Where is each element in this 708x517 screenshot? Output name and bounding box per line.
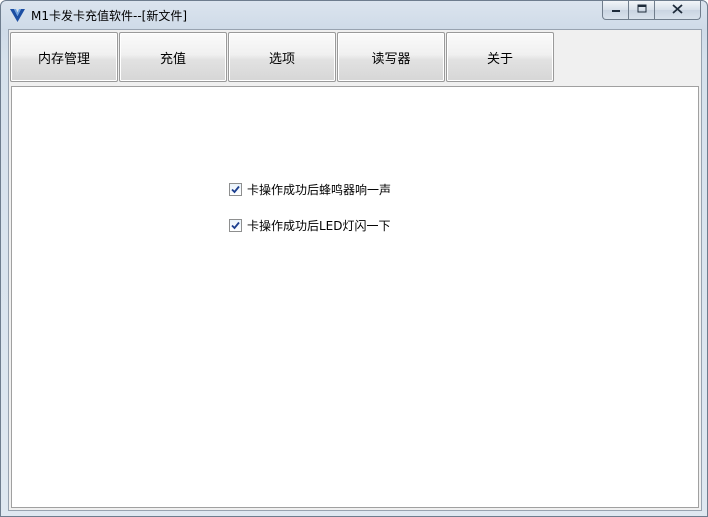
recharge-button[interactable]: 充值	[119, 32, 227, 82]
led-option-label: 卡操作成功后LED灯闪一下	[247, 219, 391, 233]
app-logo-icon[interactable]	[9, 7, 26, 24]
led-checkbox[interactable]	[229, 219, 242, 232]
buzzer-option-label: 卡操作成功后蜂鸣器响一声	[247, 183, 392, 197]
buzzer-option[interactable]: 卡操作成功后蜂鸣器响一声	[229, 181, 391, 198]
toolbar: 内存管理 充值 选项 读写器 关于	[9, 30, 701, 84]
minimize-button[interactable]	[602, 1, 629, 20]
maximize-button[interactable]	[629, 1, 655, 20]
window-title: M1卡发卡充值软件--[新文件]	[31, 9, 188, 23]
close-icon	[672, 3, 683, 17]
maximize-icon	[637, 3, 647, 17]
reader-writer-button[interactable]: 读写器	[337, 32, 445, 82]
app-window: M1卡发卡充值软件--[新文件] 内存管理 充值 选项 读写器 关于 卡操作成功…	[0, 0, 708, 517]
title-bar[interactable]: M1卡发卡充值软件--[新文件]	[1, 1, 707, 29]
minimize-icon	[611, 3, 621, 17]
buzzer-checkbox[interactable]	[229, 183, 242, 196]
options-panel: 卡操作成功后蜂鸣器响一声 卡操作成功后LED灯闪一下	[11, 86, 699, 508]
window-controls	[602, 1, 701, 21]
about-button[interactable]: 关于	[446, 32, 554, 82]
options-button[interactable]: 选项	[228, 32, 336, 82]
checkmark-icon	[231, 221, 240, 230]
memory-management-button[interactable]: 内存管理	[10, 32, 118, 82]
client-area: 内存管理 充值 选项 读写器 关于 卡操作成功后蜂鸣器响一声 卡操作成功后LED…	[8, 29, 702, 511]
checkmark-icon	[231, 185, 240, 194]
close-button[interactable]	[655, 1, 701, 20]
led-option[interactable]: 卡操作成功后LED灯闪一下	[229, 217, 391, 234]
